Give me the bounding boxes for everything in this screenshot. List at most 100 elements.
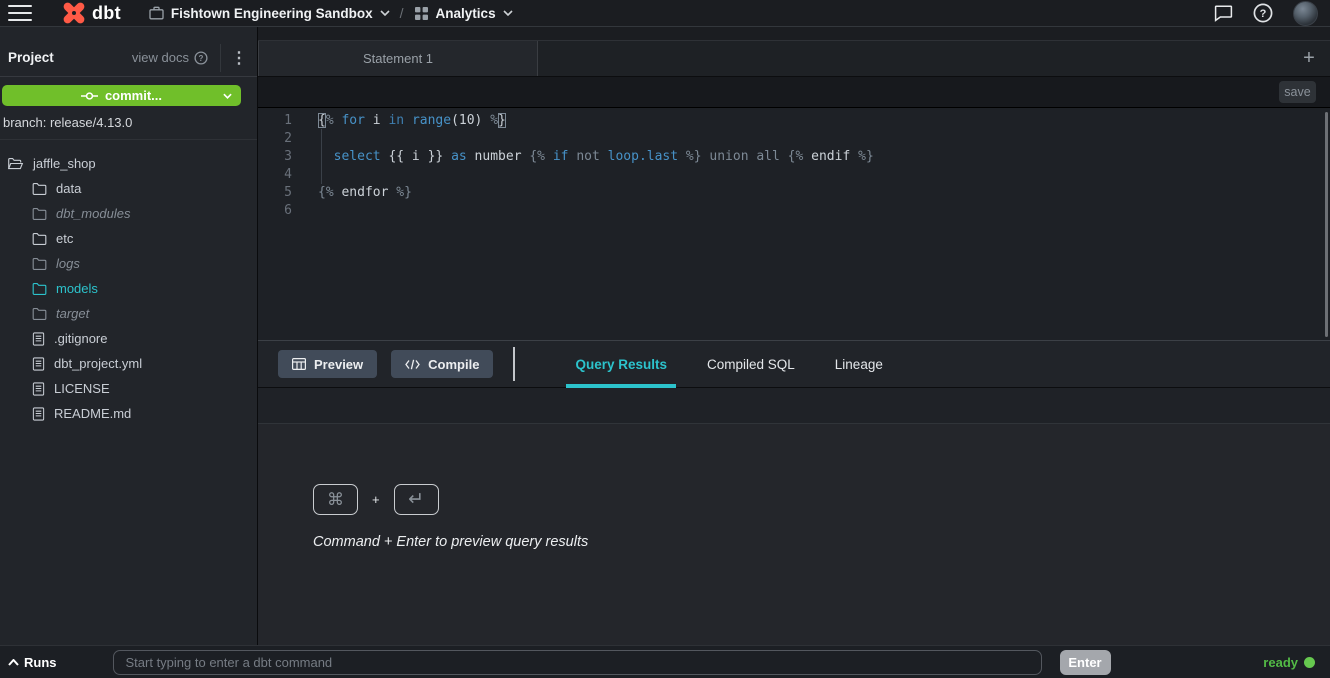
- hamburger-menu-icon[interactable]: [8, 5, 32, 21]
- briefcase-icon: [149, 6, 164, 20]
- dbt-logo-icon: [62, 1, 86, 25]
- code-line[interactable]: 1{% for i in range(10) %}: [258, 112, 1330, 130]
- sidebar: Project view docs ? ⋮ commit... branch: …: [0, 27, 258, 645]
- folder-icon: [32, 307, 47, 320]
- git-commit-icon: [81, 91, 98, 101]
- code-line[interactable]: 6: [258, 202, 1330, 220]
- line-number: 6: [258, 202, 292, 220]
- code-line[interactable]: 3 select {{ i }} as number {% if not loo…: [258, 148, 1330, 166]
- tree-item-target[interactable]: target: [0, 301, 257, 326]
- branch-label: branch: release/4.13.0: [3, 115, 257, 130]
- line-number: 1: [258, 112, 292, 130]
- dbt-command-input[interactable]: [113, 650, 1042, 675]
- tree-item-readme-md[interactable]: README.md: [0, 401, 257, 426]
- tree-item-logs[interactable]: logs: [0, 251, 257, 276]
- account-name: Fishtown Engineering Sandbox: [171, 6, 373, 21]
- tab-label: Statement 1: [363, 51, 433, 66]
- results-tab-compiled-sql[interactable]: Compiled SQL: [698, 341, 804, 388]
- code-line[interactable]: 4: [258, 166, 1330, 184]
- table-icon: [292, 358, 306, 370]
- account-switcher[interactable]: Fishtown Engineering Sandbox: [149, 6, 390, 21]
- tab-statement-1[interactable]: Statement 1: [258, 41, 538, 76]
- project-switcher[interactable]: Analytics: [414, 6, 513, 21]
- tree-item-dbt-modules[interactable]: dbt_modules: [0, 201, 257, 226]
- save-row: save: [258, 77, 1330, 108]
- editor-tab-bar: Statement 1 +: [258, 40, 1330, 77]
- tree-item-label: logs: [56, 256, 80, 271]
- folder-icon: [32, 207, 47, 220]
- chevron-down-icon: [503, 10, 513, 16]
- help-icon[interactable]: ?: [1253, 3, 1273, 23]
- code-editor[interactable]: 1{% for i in range(10) %}23 select {{ i …: [258, 108, 1330, 340]
- tree-item-label: jaffle_shop: [33, 156, 96, 171]
- preview-button[interactable]: Preview: [278, 350, 377, 378]
- view-docs-label: view docs: [132, 50, 189, 65]
- grid-icon: [414, 6, 429, 21]
- command-key-icon: ⌘: [313, 484, 358, 515]
- enter-button-label: Enter: [1068, 655, 1101, 670]
- new-tab-button[interactable]: +: [1288, 41, 1330, 76]
- tree-item-label: LICENSE: [54, 381, 110, 396]
- code-text: [292, 202, 318, 220]
- compile-button[interactable]: Compile: [391, 350, 493, 378]
- compile-button-label: Compile: [428, 357, 479, 372]
- tree-item-label: data: [56, 181, 81, 196]
- code-text: [292, 130, 318, 148]
- code-text: {% endfor %}: [292, 184, 412, 202]
- tree-item-data[interactable]: data: [0, 176, 257, 201]
- tree-item-jaffle-shop[interactable]: jaffle_shop: [0, 151, 257, 176]
- view-docs-link[interactable]: view docs ?: [132, 50, 208, 65]
- tree-item-dbt-project-yml[interactable]: dbt_project.yml: [0, 351, 257, 376]
- line-number: 2: [258, 130, 292, 148]
- code-line[interactable]: 5{% endfor %}: [258, 184, 1330, 202]
- results-tab-query-results[interactable]: Query Results: [566, 341, 676, 388]
- code-line[interactable]: 2: [258, 130, 1330, 148]
- editor-scrollbar[interactable]: [1325, 112, 1328, 337]
- folder-icon: [32, 182, 47, 195]
- tree-item-label: README.md: [54, 406, 131, 421]
- project-name: Analytics: [436, 6, 496, 21]
- kebab-menu-icon[interactable]: ⋮: [221, 48, 257, 68]
- enter-button[interactable]: Enter: [1060, 650, 1111, 675]
- shortcut-hint-caption: Command + Enter to preview query results: [313, 534, 1330, 550]
- tree-item-license[interactable]: LICENSE: [0, 376, 257, 401]
- status-bar: Runs Enter ready: [0, 645, 1330, 678]
- tree-item-label: dbt_project.yml: [54, 356, 142, 371]
- tree-item-models[interactable]: models: [0, 276, 257, 301]
- chat-icon[interactable]: [1214, 5, 1233, 22]
- chevron-up-icon: [8, 659, 19, 666]
- tree-item-etc[interactable]: etc: [0, 226, 257, 251]
- dbt-logo[interactable]: dbt: [62, 1, 121, 25]
- preview-button-label: Preview: [314, 357, 363, 372]
- runs-toggle[interactable]: Runs: [8, 655, 57, 670]
- sidebar-header: Project view docs ? ⋮: [0, 27, 257, 77]
- save-button-label: save: [1284, 85, 1310, 99]
- tabbar-spacer: [258, 27, 1330, 40]
- results-content: ⌘ + ↵ Command + Enter to preview query r…: [258, 424, 1330, 645]
- code-text: select {{ i }} as number {% if not loop.…: [292, 148, 874, 166]
- status-dot: [1304, 657, 1315, 668]
- code-text: [292, 166, 318, 184]
- folder-open-icon: [7, 157, 24, 170]
- runs-label: Runs: [24, 655, 57, 670]
- tree-item-label: target: [56, 306, 89, 321]
- results-tab-lineage[interactable]: Lineage: [826, 341, 892, 388]
- breadcrumb-separator: /: [400, 5, 404, 21]
- tree-item-label: dbt_modules: [56, 206, 130, 221]
- plus-separator: +: [372, 492, 380, 507]
- user-avatar[interactable]: [1293, 1, 1318, 26]
- commit-button[interactable]: commit...: [2, 85, 241, 106]
- tree-item-label: etc: [56, 231, 73, 246]
- tree-item-gitignore[interactable]: .gitignore: [0, 326, 257, 351]
- save-button[interactable]: save: [1279, 81, 1316, 103]
- results-panel: Preview Compile Query Results Compiled SQ…: [258, 340, 1330, 645]
- tree-item-label: .gitignore: [54, 331, 107, 346]
- line-number: 3: [258, 148, 292, 166]
- folder-icon: [32, 257, 47, 270]
- folder-icon: [32, 282, 47, 295]
- file-icon: [32, 357, 45, 371]
- file-tree: jaffle_shopdata dbt_modulesetc logs models t…: [0, 140, 257, 426]
- sidebar-title: Project: [8, 50, 54, 65]
- indent-guide: [321, 129, 322, 184]
- line-number: 5: [258, 184, 292, 202]
